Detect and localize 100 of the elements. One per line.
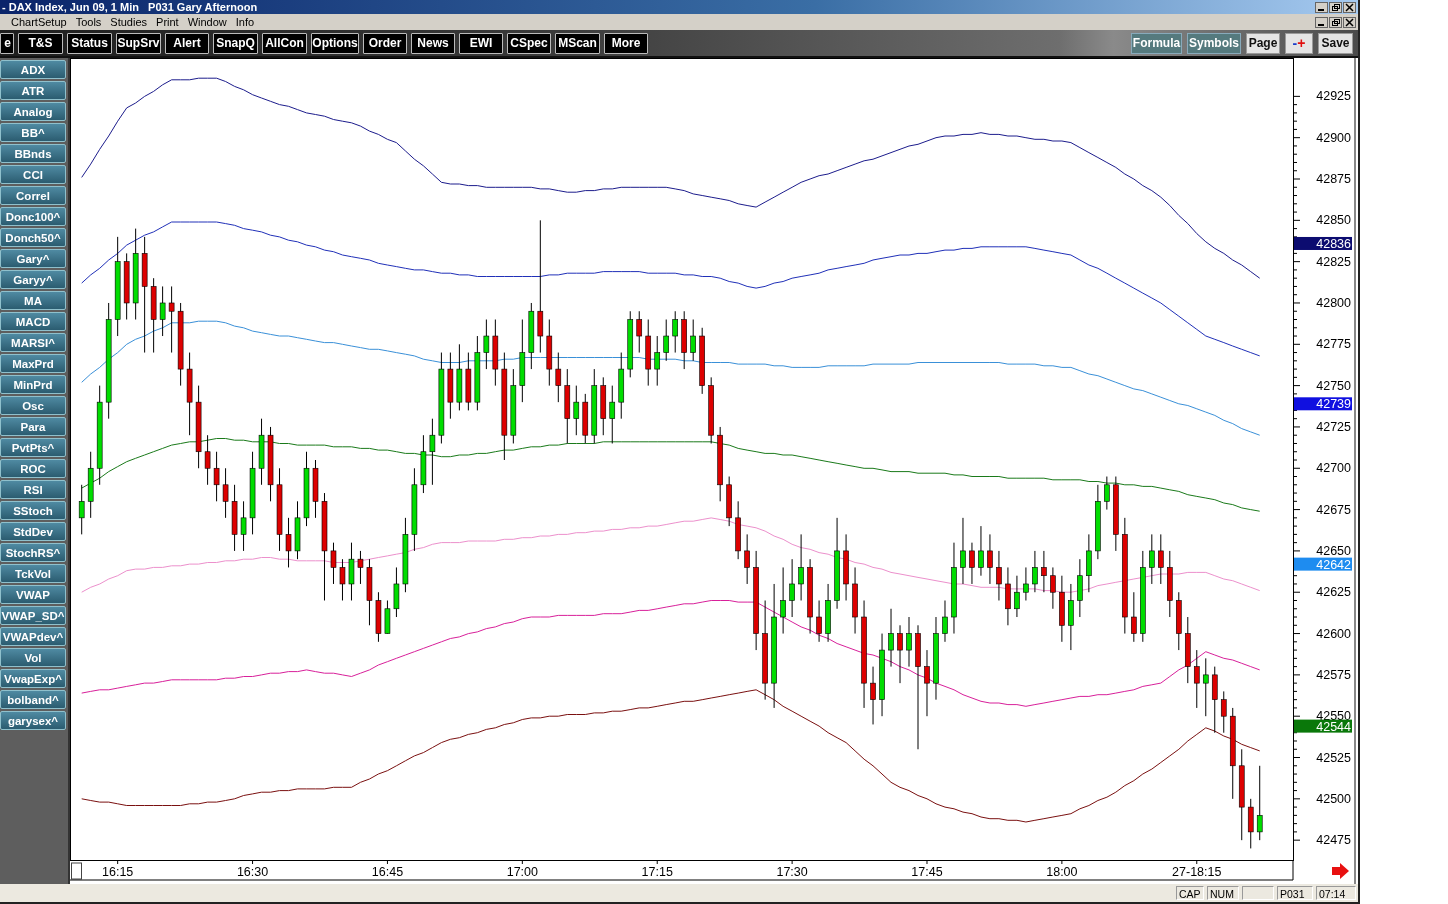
menu-item[interactable]: Print — [156, 16, 179, 28]
study-button[interactable]: Vol — [0, 648, 66, 667]
candlestick — [465, 352, 472, 411]
study-button[interactable]: bolband^ — [0, 690, 66, 709]
study-button[interactable]: Garyy^ — [0, 270, 66, 289]
candlestick — [942, 600, 948, 643]
candlestick — [726, 476, 732, 527]
toolbar-button[interactable]: Options — [311, 32, 359, 54]
study-button[interactable]: PvtPts^ — [0, 438, 66, 457]
menu-item[interactable]: Info — [235, 16, 255, 28]
candlestick — [240, 500, 247, 552]
candlestick — [366, 558, 373, 626]
study-button[interactable]: MARSI^ — [0, 333, 66, 352]
candlestick — [447, 352, 454, 420]
time-label: 16:45 — [371, 865, 404, 879]
study-button[interactable]: MaxPrd — [0, 354, 66, 373]
candlestick — [1077, 558, 1083, 618]
toolbar-button[interactable]: EWI — [459, 32, 503, 54]
candlestick — [483, 319, 490, 370]
toolbar-button[interactable]: Formula — [1131, 32, 1182, 54]
candlestick — [78, 484, 85, 535]
scroll-box[interactable] — [71, 862, 82, 880]
candlestick — [384, 600, 391, 635]
study-button[interactable]: Analog — [0, 102, 66, 121]
zoom-button[interactable]: -+ — [1285, 32, 1313, 54]
minimize-icon[interactable] — [1315, 16, 1328, 28]
study-button[interactable]: MinPrd — [0, 375, 66, 394]
price-tag: 42642 — [1294, 557, 1352, 572]
candlestick — [312, 459, 319, 519]
study-button[interactable]: BBnds — [0, 144, 66, 163]
toolbar-button[interactable]: SupSrv — [116, 32, 161, 54]
toolbar-button[interactable]: e — [0, 32, 14, 54]
study-button[interactable]: VWAP — [0, 585, 66, 604]
study-button[interactable]: MACD — [0, 312, 66, 331]
restore-icon[interactable] — [1329, 16, 1342, 28]
time-label: 17:45 — [911, 865, 943, 879]
right-arrow-icon[interactable] — [1332, 863, 1349, 879]
menu-item[interactable]: Window — [187, 16, 227, 28]
toolbar-button[interactable]: AllCon — [262, 32, 307, 54]
toolbar-button[interactable]: Symbols — [1187, 32, 1241, 54]
minimize-icon[interactable] — [1315, 1, 1328, 13]
toolbar-button[interactable]: Save — [1318, 32, 1353, 54]
study-button[interactable]: garysex^ — [0, 711, 66, 730]
toolbar-button[interactable]: News — [411, 32, 455, 54]
menu-item[interactable]: Studies — [110, 16, 148, 28]
study-button[interactable]: VWAP_SD^ — [0, 606, 66, 625]
toolbar-button[interactable]: SnapQ — [213, 32, 258, 54]
candlestick — [1050, 566, 1056, 610]
candlestick — [618, 352, 625, 420]
toolbar-button[interactable]: T&S — [18, 32, 63, 54]
toolbar-button[interactable]: MScan — [555, 32, 600, 54]
study-button[interactable]: VWAPdev^ — [0, 627, 66, 646]
study-button[interactable]: Correl — [0, 186, 66, 205]
study-button[interactable]: VwapExp^ — [0, 669, 66, 688]
candlestick — [258, 418, 265, 486]
candlestick — [159, 285, 166, 337]
study-button[interactable]: ADX — [0, 60, 66, 79]
study-button[interactable]: Donch50^ — [0, 228, 66, 247]
price-label: 42700 — [1316, 461, 1351, 476]
study-button[interactable]: ATR — [0, 81, 66, 100]
close-icon[interactable] — [1343, 16, 1356, 28]
study-button[interactable]: ROC — [0, 459, 66, 478]
study-button[interactable]: MA — [0, 291, 66, 310]
study-button[interactable]: Para — [0, 417, 66, 436]
toolbar-button[interactable]: Order — [363, 32, 407, 54]
study-button[interactable]: SStoch — [0, 501, 66, 520]
toolbar-button[interactable]: CSpec — [507, 32, 551, 54]
study-button[interactable]: Osc — [0, 396, 66, 415]
close-icon[interactable] — [1343, 1, 1356, 13]
candlestick — [960, 517, 966, 585]
toolbar-button[interactable]: More — [604, 32, 648, 54]
candlestick — [600, 376, 607, 436]
candlestick — [1032, 550, 1038, 593]
study-button[interactable]: Donc100^ — [0, 207, 66, 226]
study-button[interactable]: Gary^ — [0, 249, 66, 268]
menu-item[interactable]: ChartSetup — [11, 16, 67, 28]
study-button[interactable]: StochRS^ — [0, 543, 66, 562]
study-button[interactable]: RSI — [0, 480, 66, 499]
toolbar-button[interactable]: Page — [1246, 32, 1280, 54]
price-label: 42650 — [1316, 543, 1351, 558]
candlestick — [420, 434, 427, 494]
candlestick — [213, 451, 220, 502]
candlestick — [1104, 476, 1110, 511]
candlestick — [843, 533, 849, 601]
study-button[interactable]: StdDev — [0, 522, 66, 541]
study-button[interactable]: BB^ — [0, 123, 66, 142]
toolbar-button[interactable]: Status — [67, 32, 112, 54]
time-label: 17:15 — [641, 865, 673, 879]
menu-item[interactable]: Tools — [75, 16, 102, 28]
restore-icon[interactable] — [1329, 1, 1342, 13]
study-button[interactable]: CCI — [0, 165, 66, 184]
time-label: 17:00 — [506, 865, 538, 879]
candlestick — [708, 376, 714, 444]
candlestick — [816, 600, 822, 643]
study-button[interactable]: TckVol — [0, 564, 66, 583]
time-label: 17:30 — [776, 865, 808, 879]
candlestick — [348, 542, 355, 601]
toolbar-button[interactable]: Alert — [165, 32, 209, 54]
price-label: 42900 — [1316, 130, 1351, 145]
candlestick — [645, 319, 652, 387]
